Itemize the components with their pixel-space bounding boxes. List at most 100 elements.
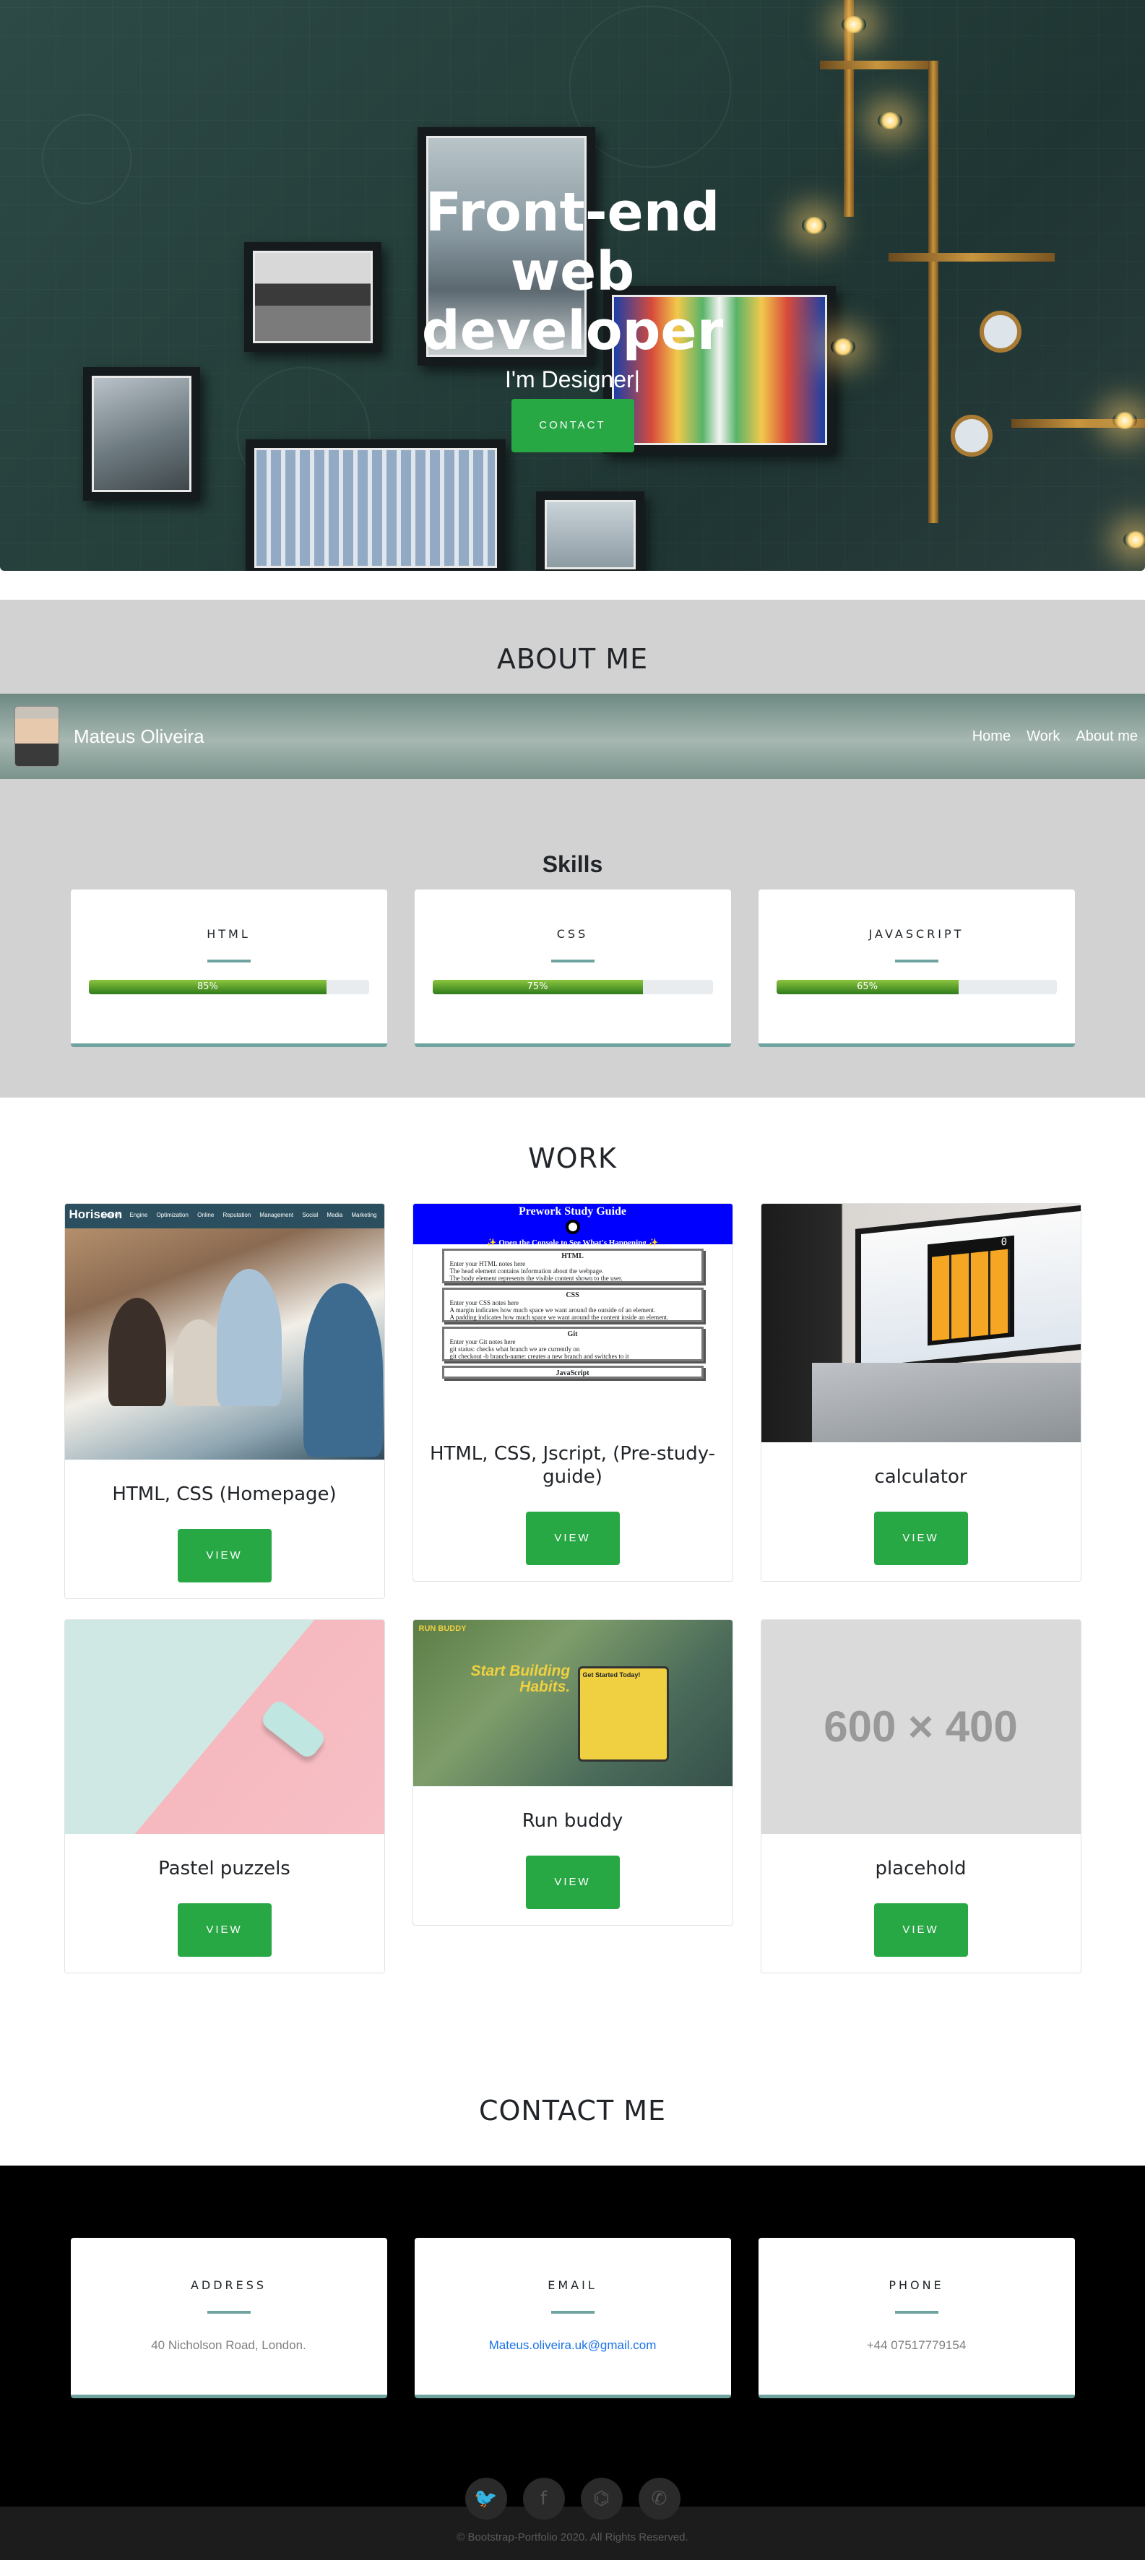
notes-line: A padding indicates how much space we wa…: [449, 1314, 669, 1321]
notes-box-title: HTML: [561, 1252, 584, 1260]
project-thumbnail[interactable]: RUN BUDDY Start Building Habits. Get Sta…: [412, 1620, 733, 1786]
light-bulb: [842, 16, 866, 33]
contact-card-email: EMAIL Mateus.oliveira.uk@gmail.com: [414, 2238, 731, 2398]
project-card-homepage: Horiseon Search Engine Optimization Onli…: [64, 1203, 385, 1599]
thumb-header: Prework Study Guide ✨ Open the Console t…: [412, 1204, 733, 1247]
project-title: Pastel puzzels: [158, 1858, 290, 1879]
thumb-headline-line: Start Building: [470, 1663, 571, 1679]
skills-row: HTML 85% CSS 75% JAVASCRIPT 65%: [0, 889, 1145, 1047]
twitter-icon[interactable]: 🐦: [465, 2478, 507, 2520]
avatar: [14, 706, 59, 767]
social-links: 🐦 f ⌬ ✆: [0, 2478, 1145, 2520]
skill-name: HTML: [207, 927, 251, 941]
card-divider: [894, 960, 938, 962]
project-thumbnail[interactable]: 0: [761, 1204, 1081, 1442]
copyright: © Bootstrap-Portfolio 2020. All Rights R…: [457, 2531, 688, 2543]
skill-name: CSS: [556, 927, 589, 941]
github-icon[interactable]: ⌬: [580, 2478, 623, 2520]
card-divider: [550, 960, 595, 962]
thumb-person: [108, 1298, 166, 1406]
project-card-prework: Prework Study Guide ✨ Open the Console t…: [412, 1203, 733, 1582]
project-row: Pastel puzzels VIEW RUN BUDDY Start Buil…: [0, 1619, 1145, 1973]
skill-progress-bar: 85%: [88, 980, 327, 994]
thumb-headline: Start Building Habits.: [471, 1663, 571, 1695]
view-button[interactable]: VIEW: [525, 1856, 620, 1909]
notes-box: HTML Enter your HTML notes here The head…: [441, 1249, 704, 1283]
thumb-signup-form: Get Started Today!: [577, 1666, 669, 1762]
toy-car: [258, 1697, 328, 1761]
light-bulb: [1123, 531, 1145, 548]
notes-box-title: CSS: [566, 1291, 579, 1299]
project-thumbnail[interactable]: Horiseon Search Engine Optimization Onli…: [64, 1204, 384, 1460]
project-card-pastel: Pastel puzzels VIEW: [64, 1619, 385, 1973]
project-title: HTML, CSS (Homepage): [112, 1483, 337, 1505]
work-section: WORK Horiseon Search Engine Optimization…: [0, 1098, 1145, 2095]
skill-name: JAVASCRIPT: [868, 927, 964, 941]
skill-card-css: CSS 75%: [414, 889, 731, 1047]
email-link[interactable]: Mateus.oliveira.uk@gmail.com: [415, 2338, 731, 2353]
project-card-run-buddy: RUN BUDDY Start Building Habits. Get Sta…: [412, 1619, 733, 1926]
about-title: ABOUT ME: [496, 643, 649, 675]
project-title: placehold: [875, 1858, 967, 1879]
hero-content: Front-end web developer I'm Designer| CO…: [0, 183, 1145, 452]
skill-card-html: HTML 85%: [70, 889, 387, 1047]
skill-progress-bar: 75%: [432, 980, 643, 994]
thumb-header: Horiseon Search Engine Optimization Onli…: [64, 1204, 384, 1228]
project-card-calculator: 0 calculator VIEW: [760, 1203, 1081, 1582]
nav-link-about-me[interactable]: About me: [1076, 728, 1138, 745]
project-card-placehold: 600 × 400 placehold VIEW: [760, 1619, 1081, 1973]
notes-line: Enter your HTML notes here: [449, 1260, 526, 1267]
card-divider: [207, 960, 251, 962]
form-title: Get Started Today!: [582, 1671, 641, 1679]
facebook-icon[interactable]: f: [522, 2478, 565, 2520]
navbar: Mateus Oliveira Home Work About me: [0, 694, 1145, 779]
thumb-person: [216, 1269, 282, 1406]
hero-title: Front-end web developer: [421, 181, 724, 362]
view-button[interactable]: VIEW: [177, 1903, 272, 1957]
project-thumbnail[interactable]: 600 × 400: [761, 1620, 1081, 1834]
calculator-keys: [931, 1249, 1010, 1341]
contact-label: EMAIL: [548, 2278, 597, 2292]
thumb-banner: ✨ Open the Console to See What's Happeni…: [486, 1239, 659, 1247]
skill-progress: 85%: [88, 980, 369, 994]
navbar-brand[interactable]: Mateus Oliveira: [74, 725, 204, 748]
skill-card-javascript: JAVASCRIPT 65%: [758, 889, 1075, 1047]
project-thumbnail[interactable]: Prework Study Guide ✨ Open the Console t…: [412, 1204, 733, 1419]
notes-box-title: JavaScript: [556, 1369, 589, 1377]
calculator-display: 0: [1001, 1236, 1007, 1249]
contact-button[interactable]: CONTACT: [511, 399, 634, 452]
laptop-keyboard: [811, 1363, 1081, 1442]
card-divider: [894, 2311, 938, 2314]
project-thumbnail[interactable]: [64, 1620, 384, 1834]
view-button[interactable]: VIEW: [873, 1512, 968, 1565]
notes-box: JavaScript: [441, 1366, 704, 1379]
skills-title: Skills: [542, 851, 603, 877]
contact-card-address: ADDRESS 40 Nicholson Road, London.: [70, 2238, 387, 2398]
project-title: calculator: [874, 1466, 967, 1488]
thumb-person: [303, 1283, 383, 1457]
nav-link-home[interactable]: Home: [972, 728, 1011, 745]
contact-section: ADDRESS 40 Nicholson Road, London. EMAIL…: [0, 2166, 1145, 2520]
notes-line: A margin indicates how much space we wan…: [449, 1306, 656, 1314]
thumb-nav: Search Engine Optimization Online Reputa…: [102, 1212, 377, 1218]
contact-row: ADDRESS 40 Nicholson Road, London. EMAIL…: [0, 2238, 1145, 2398]
thumb-headline-line: Habits.: [519, 1679, 571, 1695]
notes-line: Enter your CSS notes here: [449, 1299, 519, 1306]
notes-line: git status: checks what branch we are cu…: [449, 1345, 580, 1353]
view-button[interactable]: VIEW: [873, 1903, 968, 1957]
notes-line: The head element contains information ab…: [449, 1267, 604, 1275]
nav-link-work[interactable]: Work: [1027, 728, 1060, 745]
whatsapp-icon[interactable]: ✆: [638, 2478, 680, 2520]
notes-line: The body element represents the visible …: [449, 1275, 623, 1282]
picture-frame: [246, 439, 506, 571]
view-button[interactable]: VIEW: [177, 1529, 272, 1582]
project-title: Run buddy: [522, 1810, 623, 1832]
notes-line: git checkout -b branch-name: creates a n…: [449, 1353, 629, 1360]
view-button[interactable]: VIEW: [525, 1512, 620, 1565]
thumb-logo: RUN BUDDY: [418, 1624, 467, 1633]
github-icon: [565, 1220, 580, 1234]
contact-card-phone: PHONE +44 07517779154: [758, 2238, 1075, 2398]
nav-links: Home Work About me: [972, 728, 1138, 745]
picture-frame: [536, 491, 644, 571]
